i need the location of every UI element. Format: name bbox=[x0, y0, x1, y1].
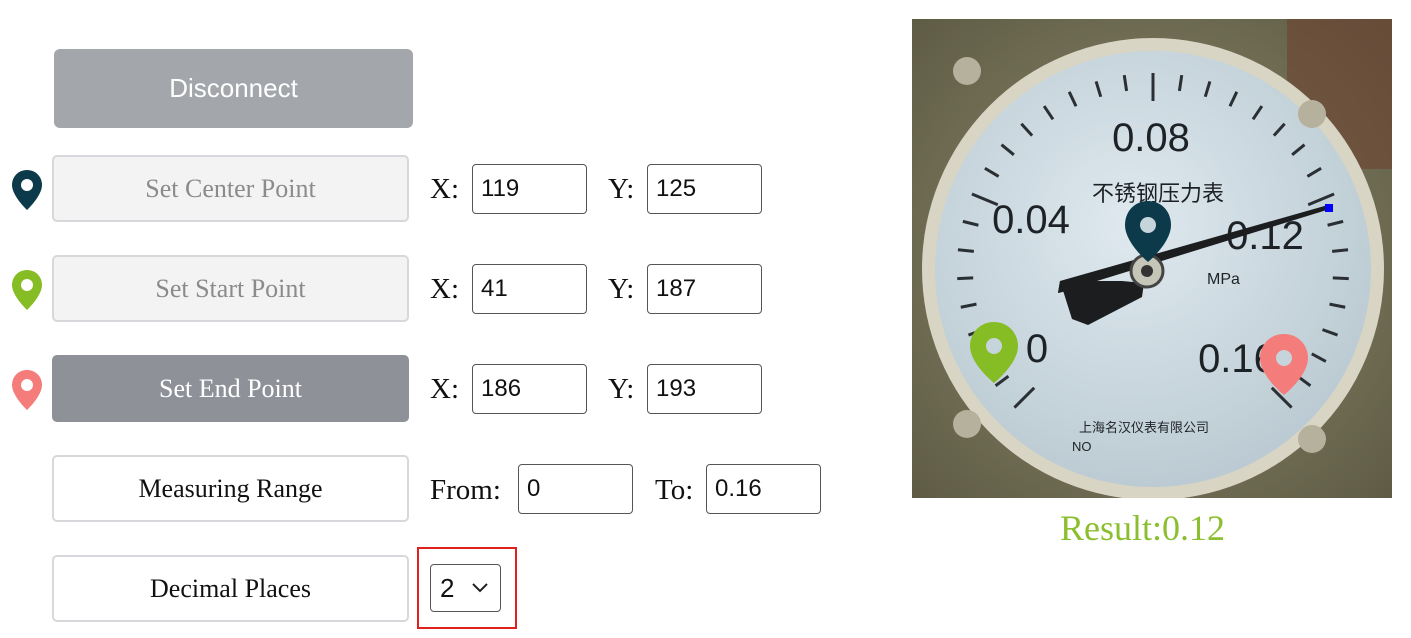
scale-label-0: 0 bbox=[1026, 327, 1048, 371]
end-x-label: X: bbox=[430, 373, 459, 405]
end-x-input[interactable]: 186 bbox=[472, 364, 587, 414]
decimal-places-value: 2 bbox=[440, 572, 455, 603]
start-pin-icon bbox=[12, 270, 42, 310]
start-y-input[interactable]: 187 bbox=[647, 264, 762, 314]
start-x-label: X: bbox=[430, 273, 459, 305]
set-start-point-button[interactable]: Set Start Point bbox=[52, 255, 409, 322]
unit-label: MPa bbox=[1207, 271, 1240, 288]
start-x-input[interactable]: 41 bbox=[472, 264, 587, 314]
measuring-range-button[interactable]: Measuring Range bbox=[52, 455, 409, 522]
set-center-point-button[interactable]: Set Center Point bbox=[52, 155, 409, 222]
range-from-input[interactable]: 0 bbox=[518, 464, 633, 514]
set-end-point-button[interactable]: Set End Point bbox=[52, 355, 409, 422]
serial-prefix: NO bbox=[1072, 439, 1092, 454]
gauge-tick bbox=[957, 276, 974, 281]
range-to-label: To: bbox=[655, 474, 694, 506]
end-pin-icon bbox=[12, 370, 42, 410]
chevron-down-icon bbox=[472, 583, 488, 593]
decimal-places-button[interactable]: Decimal Places bbox=[52, 555, 409, 622]
gauge-image[interactable]: 0.04 0.08 0.12 0 0.16 不锈钢压力表 MPa 上海名汉仪表有… bbox=[912, 19, 1392, 498]
gauge-tick bbox=[1332, 276, 1349, 281]
center-x-label: X: bbox=[430, 173, 459, 205]
range-from-label: From: bbox=[430, 474, 501, 506]
maker-text: 上海名汉仪表有限公司 bbox=[1079, 420, 1209, 436]
gauge-tick bbox=[1331, 248, 1349, 253]
needle-tip-marker bbox=[1325, 204, 1333, 212]
disconnect-button[interactable]: Disconnect bbox=[54, 49, 413, 128]
center-x-input[interactable]: 119 bbox=[472, 164, 587, 214]
gauge-tick bbox=[957, 248, 975, 253]
scale-label-004: 0.04 bbox=[992, 198, 1070, 242]
center-pin-icon bbox=[12, 170, 42, 210]
center-y-input[interactable]: 125 bbox=[647, 164, 762, 214]
end-y-label: Y: bbox=[608, 373, 635, 405]
center-y-label: Y: bbox=[608, 173, 635, 205]
scale-label-008: 0.08 bbox=[1112, 116, 1190, 160]
result-text: Result:0.12 bbox=[1060, 508, 1226, 548]
start-y-label: Y: bbox=[608, 273, 635, 305]
decimal-places-select[interactable]: 2 bbox=[430, 564, 501, 612]
end-y-input[interactable]: 193 bbox=[647, 364, 762, 414]
range-to-input[interactable]: 0.16 bbox=[706, 464, 821, 514]
